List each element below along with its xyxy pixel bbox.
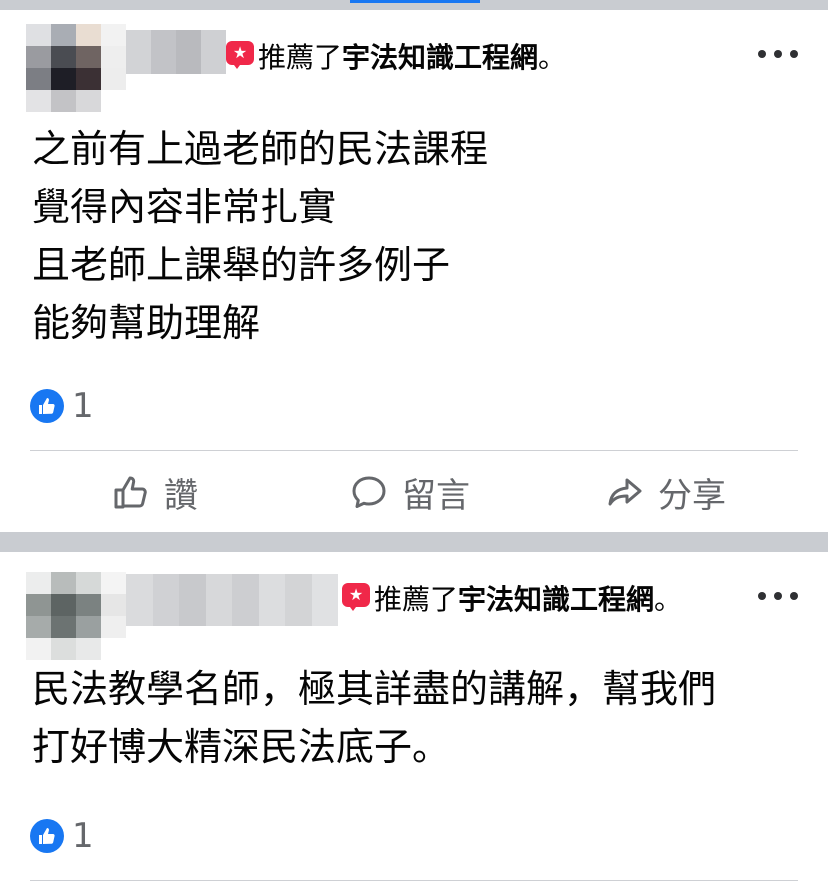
- like-button-label: 讚: [164, 475, 198, 516]
- comment-button[interactable]: 留言: [350, 452, 470, 532]
- post-body-line: 打好博大精深民法底子。: [32, 725, 451, 769]
- recommend-star-icon: ★: [226, 41, 256, 71]
- post-body: 之前有上過老師的民法課程 覺得內容非常扎實 且老師上課舉的許多例子 能夠幫助理解: [32, 120, 488, 352]
- more-options-icon[interactable]: [758, 586, 798, 606]
- like-count: 1: [72, 386, 94, 426]
- author-name[interactable]: [126, 30, 226, 74]
- comment-bubble-icon: [352, 476, 386, 508]
- comment-button-label: 留言: [402, 475, 470, 516]
- feed-top-strip: [0, 0, 828, 10]
- recommend-end: 。: [538, 41, 567, 74]
- share-button[interactable]: 分享: [606, 452, 726, 532]
- recommendation-post: ★ 推薦了 宇法知識工程網 。 民法教學名師，極其詳盡的講解，幫我們 打好博大精…: [0, 552, 828, 888]
- thumbs-up-icon: [30, 389, 64, 423]
- reaction-summary[interactable]: 1: [30, 816, 94, 856]
- recommended-page-link[interactable]: 宇法知識工程網: [458, 578, 654, 618]
- like-count: 1: [72, 816, 94, 856]
- divider: [30, 880, 798, 881]
- post-body-line: 覺得內容非常扎實: [32, 185, 337, 229]
- post-body-line: 民法教學名師，極其詳盡的講解，幫我們: [32, 667, 717, 711]
- action-bar: 讚 留言 分享: [0, 452, 828, 532]
- reaction-summary[interactable]: 1: [30, 386, 94, 426]
- thumbs-up-outline-icon: [114, 476, 147, 509]
- like-button[interactable]: 讚: [112, 452, 198, 532]
- post-body: 民法教學名師，極其詳盡的講解，幫我們 打好博大精深民法底子。: [32, 660, 716, 776]
- thumbs-up-icon: [30, 819, 64, 853]
- share-arrow-icon: [608, 478, 642, 506]
- post-body-line: 之前有上過老師的民法課程: [32, 127, 489, 171]
- author-name[interactable]: [126, 574, 338, 626]
- active-tab-indicator: [350, 0, 480, 3]
- avatar[interactable]: [26, 572, 126, 660]
- recommended-page-link[interactable]: 宇法知識工程網: [342, 36, 538, 76]
- share-button-label: 分享: [658, 475, 726, 516]
- recommend-star-icon: ★: [342, 583, 372, 613]
- divider: [30, 450, 798, 451]
- recommend-end: 。: [654, 583, 683, 616]
- post-body-line: 且老師上課舉的許多例子: [32, 243, 451, 287]
- more-options-icon[interactable]: [758, 44, 798, 64]
- recommend-verb: 推薦了: [258, 41, 343, 74]
- recommend-verb: 推薦了: [374, 583, 459, 616]
- post-body-line: 能夠幫助理解: [32, 301, 261, 345]
- recommendation-post: ★ 推薦了 宇法知識工程網 。 之前有上過老師的民法課程 覺得內容非常扎實 且老…: [0, 10, 828, 532]
- avatar[interactable]: [26, 24, 126, 112]
- recommendation-line: ★ 推薦了 宇法知識工程網 。: [342, 578, 682, 618]
- recommendation-line: ★ 推薦了 宇法知識工程網 。: [226, 36, 566, 76]
